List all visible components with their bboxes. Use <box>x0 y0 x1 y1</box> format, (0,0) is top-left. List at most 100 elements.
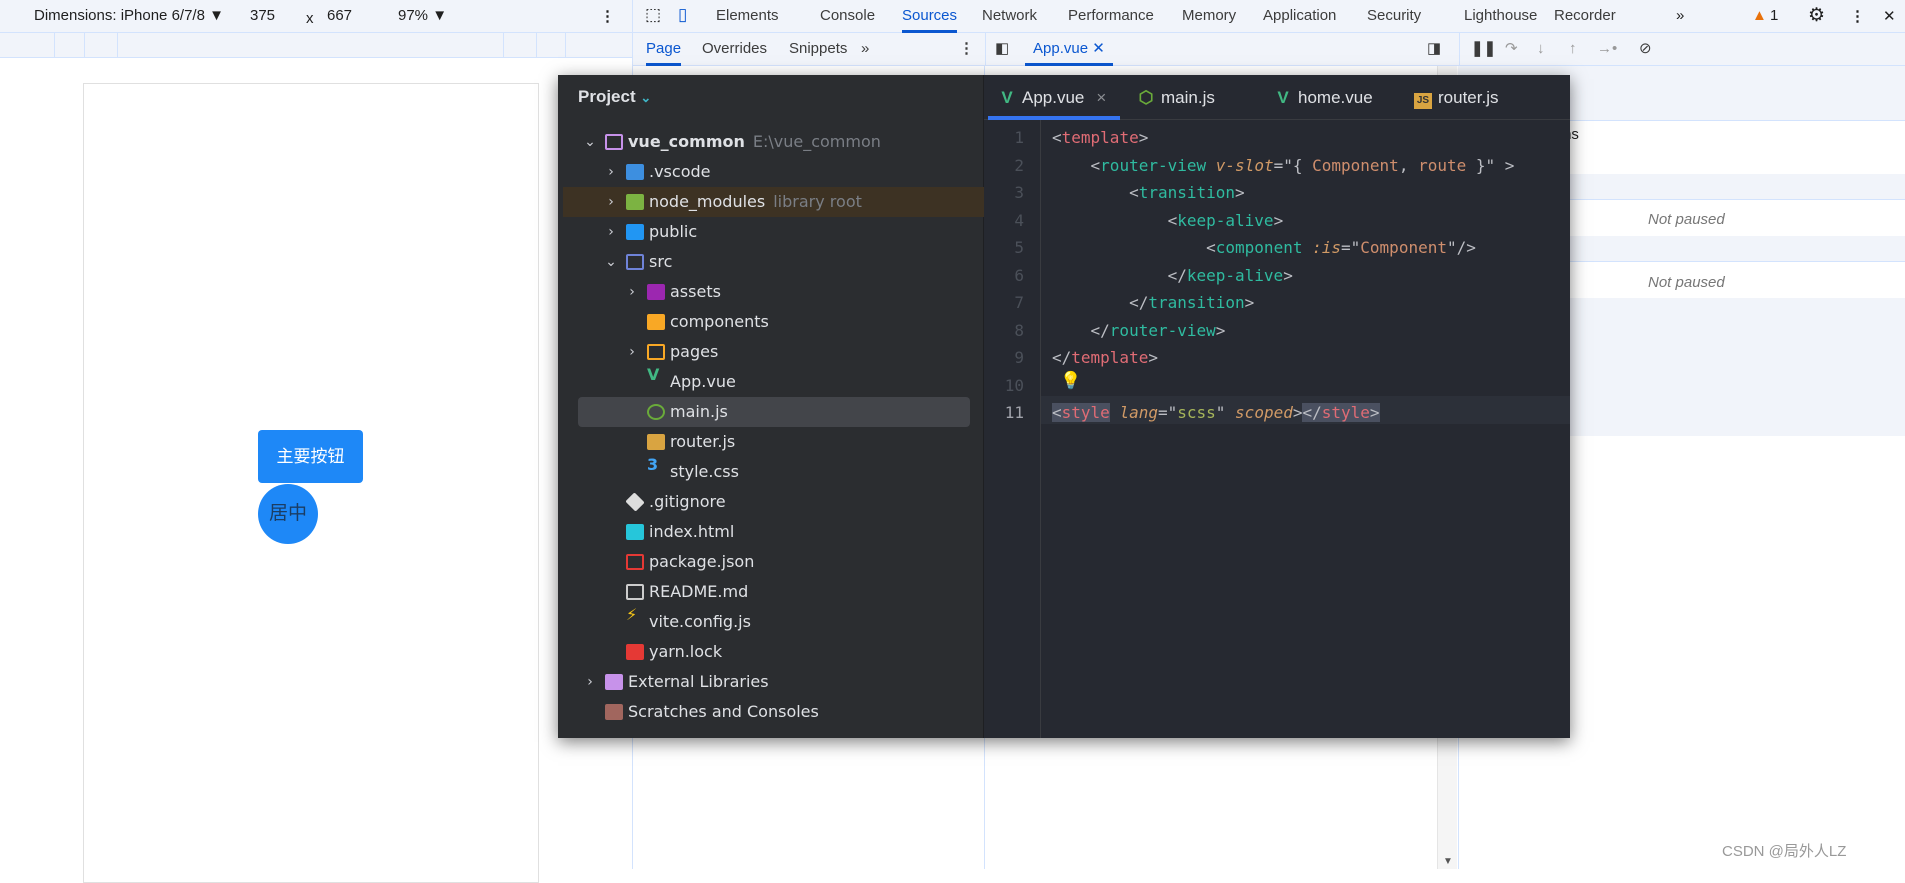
chevron-down-icon[interactable]: ⌄ <box>583 127 597 157</box>
toggle-navigator-icon[interactable]: ◧ <box>995 33 1009 66</box>
warning-icon[interactable]: ▲ <box>1752 7 1767 24</box>
tab-page[interactable]: Page <box>646 33 682 66</box>
height-input[interactable]: 667 <box>327 7 352 24</box>
chevron-down-icon[interactable]: ⌄ <box>604 247 618 277</box>
chevron-right-icon[interactable]: › <box>625 337 639 367</box>
more-tabs-icon[interactable]: » <box>861 33 869 66</box>
step-over-icon[interactable]: ↷ <box>1505 33 1518 66</box>
step-into-icon[interactable]: ↓ <box>1537 33 1545 66</box>
libraries-icon <box>605 674 623 690</box>
tab-elements[interactable]: Elements <box>716 0 779 33</box>
primary-button[interactable]: 主要按钮 <box>258 430 363 483</box>
code-token: template <box>1061 128 1139 147</box>
code-line[interactable]: </router-view> <box>1052 317 1226 344</box>
code-line[interactable]: <router-view v-slot="{ Component, route … <box>1052 152 1515 179</box>
tree-item[interactable]: yarn.lock <box>563 637 978 667</box>
tree-item[interactable]: .gitignore <box>563 487 978 517</box>
editor-tab[interactable]: JS router.js <box>1414 75 1498 120</box>
tree-item[interactable]: router.js <box>563 427 978 457</box>
code-token: < <box>1052 128 1062 147</box>
tab-console[interactable]: Console <box>820 0 875 33</box>
tree-item[interactable]: main.js <box>578 397 970 427</box>
tree-item[interactable]: › public <box>563 217 978 247</box>
code-line[interactable]: <keep-alive> <box>1052 207 1284 234</box>
chevron-right-icon[interactable]: › <box>604 187 618 217</box>
tab-lighthouse[interactable]: Lighthouse <box>1464 0 1537 33</box>
chevron-right-icon[interactable]: › <box>583 667 597 697</box>
code-editor[interactable]: V App.vue × ⬡ main.js Vhome.vue JS router.js 1 <… <box>984 75 1570 738</box>
center-circle-button[interactable]: 居中 <box>258 484 318 544</box>
line-number: 7 <box>1014 293 1024 312</box>
tree-item[interactable]: package.json <box>563 547 978 577</box>
inspect-element-icon[interactable]: ⬚ <box>645 5 661 25</box>
tree-item[interactable]: V App.vue <box>563 367 978 397</box>
chevron-right-icon[interactable]: › <box>604 217 618 247</box>
code-line[interactable]: <template> <box>1052 124 1148 151</box>
tree-item-label: yarn.lock <box>649 642 723 661</box>
tab-performance[interactable]: Performance <box>1068 0 1154 33</box>
step-out-icon[interactable]: ↑ <box>1569 33 1577 66</box>
tree-item[interactable]: index.html <box>563 517 978 547</box>
line-number: 2 <box>1014 155 1024 175</box>
tree-item-hint: library root <box>773 192 862 211</box>
toggle-debugger-icon[interactable]: ◨ <box>1427 33 1441 66</box>
device-toggle-icon[interactable]: ▯ <box>678 5 687 25</box>
chevron-right-icon[interactable]: › <box>604 157 618 187</box>
tree-item[interactable]: › pages <box>563 337 978 367</box>
zoom-select[interactable]: 97% ▼ <box>398 7 447 24</box>
readme-file-icon <box>626 584 644 600</box>
more-tabs-icon[interactable]: » <box>1676 7 1684 24</box>
deactivate-breakpoints-icon[interactable]: ⊘ <box>1639 33 1652 66</box>
editor-tab[interactable]: V App.vue × <box>988 75 1121 120</box>
pause-icon[interactable]: ❚❚ <box>1471 33 1496 66</box>
code-line[interactable]: </transition> <box>1052 289 1254 316</box>
tab-application[interactable]: Application <box>1263 0 1336 33</box>
tab-sources[interactable]: Sources <box>902 0 958 33</box>
tree-item[interactable]: components <box>563 307 978 337</box>
tree-item[interactable]: › node_modules library root <box>563 187 984 217</box>
code-token: > <box>1215 320 1226 340</box>
project-title[interactable]: Project ⌄ <box>578 87 651 107</box>
code-token: > <box>1244 293 1255 312</box>
line-number: 6 <box>1014 265 1024 285</box>
chevron-right-icon[interactable]: › <box>625 277 639 307</box>
width-input[interactable]: 375 <box>250 7 275 24</box>
tab-network[interactable]: Network <box>982 0 1037 33</box>
code-token: > <box>1283 265 1293 285</box>
tree-item[interactable]: ⚡ vite.config.js <box>563 607 978 637</box>
more-icon[interactable]: ⋮ <box>600 7 615 25</box>
tree-item[interactable]: › External Libraries <box>563 667 978 697</box>
tree-item[interactable]: 3 style.css <box>563 457 978 487</box>
code-line[interactable]: <component :is="Component"/> <box>1052 234 1476 261</box>
lightbulb-icon[interactable]: 💡 <box>1060 371 1081 391</box>
more-icon[interactable]: ⋮ <box>959 33 974 66</box>
tree-item[interactable]: README.md <box>563 577 978 607</box>
tree-item[interactable]: › .vscode <box>563 157 978 187</box>
step-icon[interactable]: →• <box>1597 33 1617 66</box>
watermark: CSDN @局外人LZ <box>1722 843 1847 860</box>
tab-app-vue[interactable]: App.vue ✕ <box>1025 33 1113 66</box>
tab-memory[interactable]: Memory <box>1182 0 1236 33</box>
tree-item[interactable]: › assets <box>563 277 978 307</box>
tab-overrides[interactable]: Overrides <box>702 33 767 66</box>
close-icon[interactable]: ✕ <box>1883 7 1896 25</box>
close-tab-icon[interactable]: × <box>1096 88 1106 107</box>
tree-item[interactable]: ⌄ vue_common E:\vue_common <box>563 127 978 157</box>
editor-tab[interactable]: ⬡ main.js <box>1137 75 1215 120</box>
device-select[interactable]: Dimensions: iPhone 6/7/8 ▼ <box>34 7 224 24</box>
code-line[interactable]: <style lang="scss" scoped></style> <box>1052 399 1380 426</box>
warning-count[interactable]: 1 <box>1770 7 1778 24</box>
tree-item-label: public <box>649 222 698 241</box>
tree-item[interactable]: Scratches and Consoles <box>563 697 978 727</box>
tab-recorder[interactable]: Recorder <box>1554 0 1616 33</box>
code-line[interactable]: <transition> <box>1052 179 1245 206</box>
tree-item[interactable]: ⌄ src <box>563 247 978 277</box>
code-line[interactable]: </keep-alive> <box>1052 262 1293 289</box>
more-icon[interactable]: ⋮ <box>1850 7 1865 25</box>
tab-snippets[interactable]: Snippets <box>789 33 847 66</box>
code-line[interactable]: </template> <box>1052 344 1158 371</box>
settings-icon[interactable]: ⚙ <box>1808 4 1825 27</box>
tab-security[interactable]: Security <box>1367 0 1421 33</box>
editor-tab[interactable]: Vhome.vue <box>1274 75 1372 120</box>
